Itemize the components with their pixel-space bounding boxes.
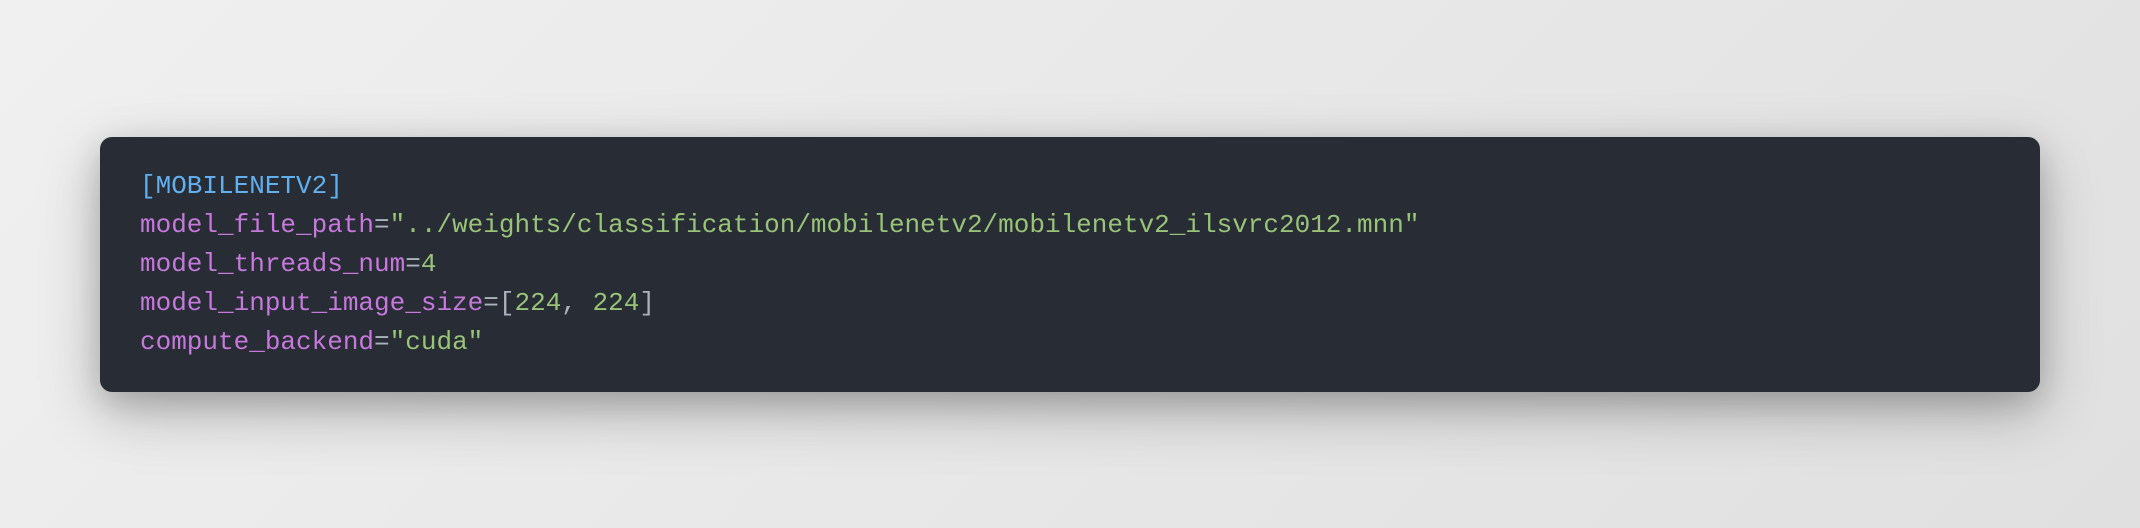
code-block: [MOBILENETV2] model_file_path="../weight… <box>100 137 2040 392</box>
config-value: 4 <box>421 249 437 279</box>
config-line-compute-backend: compute_backend="cuda" <box>140 323 2000 362</box>
section-header: [MOBILENETV2] <box>140 171 343 201</box>
array-value-1: 224 <box>514 288 561 318</box>
equals-sign: = <box>405 249 421 279</box>
config-line-model-input-image-size: model_input_image_size=[224, 224] <box>140 284 2000 323</box>
equals-sign: = <box>374 210 390 240</box>
config-line-model-threads-num: model_threads_num=4 <box>140 245 2000 284</box>
equals-sign: = <box>483 288 499 318</box>
equals-sign: = <box>374 327 390 357</box>
config-value: "../weights/classification/mobilenetv2/m… <box>390 210 1420 240</box>
bracket-open: [ <box>499 288 515 318</box>
section-header-line: [MOBILENETV2] <box>140 167 2000 206</box>
config-key: model_input_image_size <box>140 288 483 318</box>
array-value-2: 224 <box>593 288 640 318</box>
config-key: model_file_path <box>140 210 374 240</box>
config-line-model-file-path: model_file_path="../weights/classificati… <box>140 206 2000 245</box>
config-value: "cuda" <box>390 327 484 357</box>
config-key: model_threads_num <box>140 249 405 279</box>
array-separator: , <box>561 288 592 318</box>
bracket-close: ] <box>639 288 655 318</box>
config-key: compute_backend <box>140 327 374 357</box>
